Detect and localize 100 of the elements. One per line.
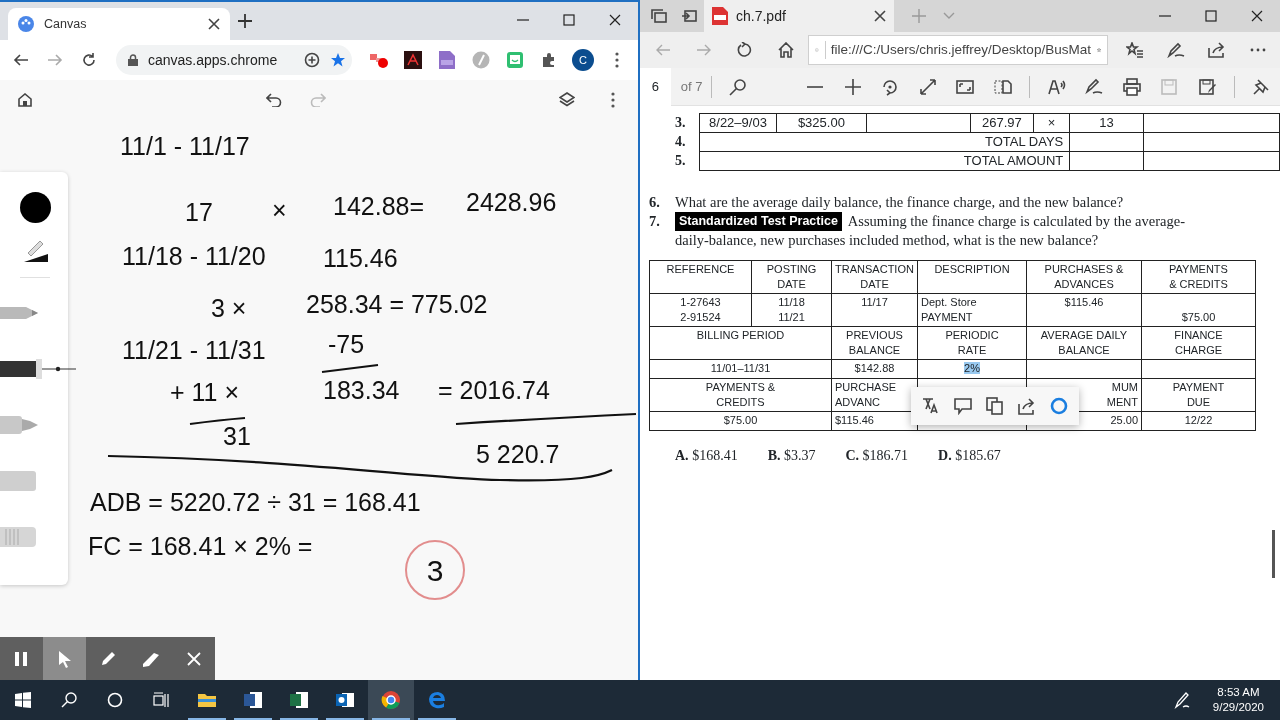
new-tab-icon[interactable] [238,14,252,28]
table-cell: 25.00 [1110,414,1138,426]
pdf-file-icon[interactable] [439,51,455,69]
puzzle-icon[interactable] [541,52,557,68]
table-cell: 12/22 [1184,414,1213,426]
refresh-icon[interactable] [736,42,753,58]
handwritten-text: × [272,195,287,226]
more-icon[interactable] [1249,48,1266,52]
edge-icon [427,690,447,710]
print-icon[interactable] [1122,77,1141,96]
draw-icon[interactable] [1085,77,1104,96]
windows-start-icon[interactable] [15,692,31,708]
table-cell: PURCHASE ADVANC [835,381,897,408]
tab-title: Canvas [44,15,88,33]
notes-pen-icon[interactable] [1166,42,1185,58]
table-cell: TOTAL DAYS [985,134,1064,149]
home-icon[interactable] [18,93,32,107]
zoom-in-icon[interactable] [843,77,862,96]
table-cell: PURCHASES & ADVANCES [1044,263,1124,290]
selected-text: 2% [964,362,980,374]
pen-stroke [189,416,246,426]
question-text: Assuming the finance charge is calculated by the average- [847,212,1185,231]
chrome-icon [381,690,401,710]
table-cell: 11/01–11/31 [710,362,771,374]
tabs-aside-icon[interactable] [651,9,667,23]
pen-stroke [321,363,379,374]
close-icon[interactable] [609,14,621,26]
share-icon[interactable] [1207,42,1226,58]
handwritten-text: ADB = 5220.72 ÷ 31 = 168.41 [90,487,421,518]
answer-choice: B. $3.37 [767,447,816,465]
pen-workspace-icon[interactable] [1173,691,1190,709]
handwritten-text: 115.46 [323,243,398,274]
browser-tab[interactable]: Canvas [8,8,230,40]
handwritten-text: 5 220.7 [476,439,560,470]
save-as-icon[interactable] [1197,77,1216,96]
table-cell: PAYMENTS & CREDITS [705,381,776,408]
close-icon[interactable] [1251,10,1263,22]
section-label: Standardized Test Practice [675,212,842,231]
table-cell: 8/22–9/03 [709,115,767,130]
table-cell: 1-27643 2-91524 [680,296,721,323]
table-cell: POSTING DATE [766,263,817,290]
acrobat-icon[interactable] [404,51,422,69]
browser-tab[interactable]: ch.7.pdf [704,0,894,32]
handwritten-text: 258.34 = 775.02 [306,289,488,320]
layers-icon[interactable] [559,92,575,108]
answer-choice: A. $168.41 [675,447,738,465]
task-view-icon[interactable] [153,692,169,708]
close-icon[interactable] [874,10,886,22]
favorites-icon[interactable] [1125,42,1144,58]
palette-icon [18,16,34,32]
more-icon[interactable] [615,52,619,68]
handwritten-text: FC = 168.41 × 2% = [88,531,313,562]
clock-date: 9/29/2020 [1212,700,1264,715]
color-swatch-icon[interactable] [20,192,51,223]
page-view-icon[interactable] [993,77,1012,96]
handwritten-text: 11/21 - 11/31 [122,335,266,366]
question-text: What are the average daily balance, the finance charge, and the new balance? [675,193,1124,212]
word-icon [243,690,263,710]
rotate-icon[interactable] [881,77,900,96]
comment-icon[interactable] [954,397,972,415]
circled-answer: 3 [405,540,465,600]
table-cell: $115.46 [1064,296,1104,308]
lock-icon [128,54,138,66]
pointer-button[interactable] [43,637,86,680]
pin-icon[interactable] [1252,77,1271,96]
maximize-icon[interactable] [1205,10,1217,22]
outlook-icon [335,690,355,710]
address-bar[interactable]: file:///C:/Users/chris.jeffrey/Desktop/BusMat [808,35,1108,65]
scrollbar-thumb[interactable] [1272,530,1275,578]
answer-choice: D. $185.67 [938,447,1001,465]
share-icon[interactable] [1018,397,1036,415]
handwritten-text: 11/1 - 11/17 [120,131,250,162]
maximize-icon[interactable] [563,14,575,26]
record-icon[interactable] [369,51,389,69]
star-icon[interactable] [330,52,346,68]
close-icon[interactable] [208,18,220,30]
table-cell: TOTAL AMOUNT [963,153,1064,168]
search-icon[interactable] [729,77,748,96]
restore-tabs-icon[interactable] [681,9,697,23]
copy-icon[interactable] [986,397,1004,415]
fit-width-icon[interactable] [918,77,937,96]
search-icon[interactable] [61,692,77,708]
read-aloud-icon[interactable] [1047,77,1066,96]
undo-icon[interactable] [266,93,282,107]
table-cell: PERIODIC RATE [945,329,999,356]
excel-icon [289,690,309,710]
reload-icon[interactable] [81,52,97,68]
page-number-field[interactable]: 6 [640,67,671,106]
table-cell: Dept. Store PAYMENT [921,296,977,323]
more-icon[interactable] [611,92,615,108]
home-icon[interactable] [777,42,794,58]
table-cell: REFERENCE [666,263,735,275]
add-icon[interactable] [304,52,320,68]
back-icon[interactable] [13,52,29,68]
address-bar[interactable]: canvas.apps.chrome [116,45,352,75]
fit-page-icon[interactable] [956,77,975,96]
handwritten-text: + 11 × [170,377,240,408]
close-icon [184,649,203,668]
profile-avatar[interactable]: C [572,49,594,71]
translate-icon[interactable] [922,397,940,415]
